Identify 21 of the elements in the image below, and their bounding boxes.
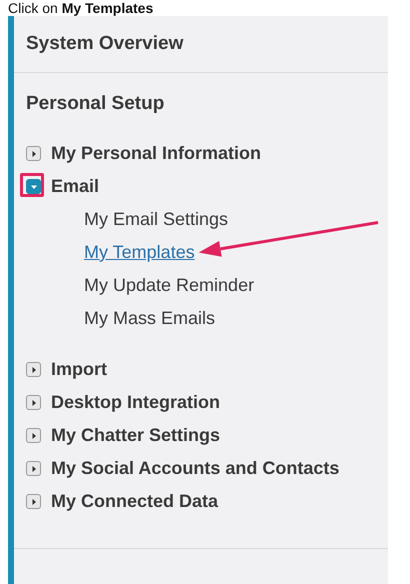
sub-item-link[interactable]: My Update Reminder bbox=[84, 275, 254, 296]
sub-item-link[interactable]: My Mass Emails bbox=[84, 308, 216, 329]
expand-toggle-icon[interactable] bbox=[26, 494, 41, 509]
tree-item[interactable]: Import bbox=[51, 359, 107, 380]
section-heading: Personal Setup bbox=[26, 92, 166, 116]
expand-toggle-icon[interactable] bbox=[26, 146, 41, 161]
sub-item-link[interactable]: My Email Settings bbox=[84, 209, 228, 230]
sub-item-link[interactable]: My Templates bbox=[84, 242, 195, 263]
expand-toggle-icon[interactable] bbox=[26, 461, 41, 476]
instruction-text: Click on My Templates bbox=[7, 0, 154, 16]
section-heading: System Overview bbox=[26, 32, 184, 56]
tree-item[interactable]: My Connected Data bbox=[51, 491, 218, 512]
expand-toggle-icon[interactable] bbox=[26, 395, 41, 410]
tree-item[interactable]: My Personal Information bbox=[51, 143, 262, 164]
tree-item[interactable]: Desktop Integration bbox=[51, 392, 220, 413]
tree-item[interactable]: My Social Accounts and Contacts bbox=[51, 458, 340, 479]
tree-item[interactable]: My Chatter Settings bbox=[51, 425, 220, 446]
collapse-toggle-icon[interactable] bbox=[26, 179, 41, 194]
expand-toggle-icon[interactable] bbox=[26, 362, 41, 377]
expand-toggle-icon[interactable] bbox=[26, 428, 41, 443]
tree-item[interactable]: Email bbox=[51, 176, 100, 197]
